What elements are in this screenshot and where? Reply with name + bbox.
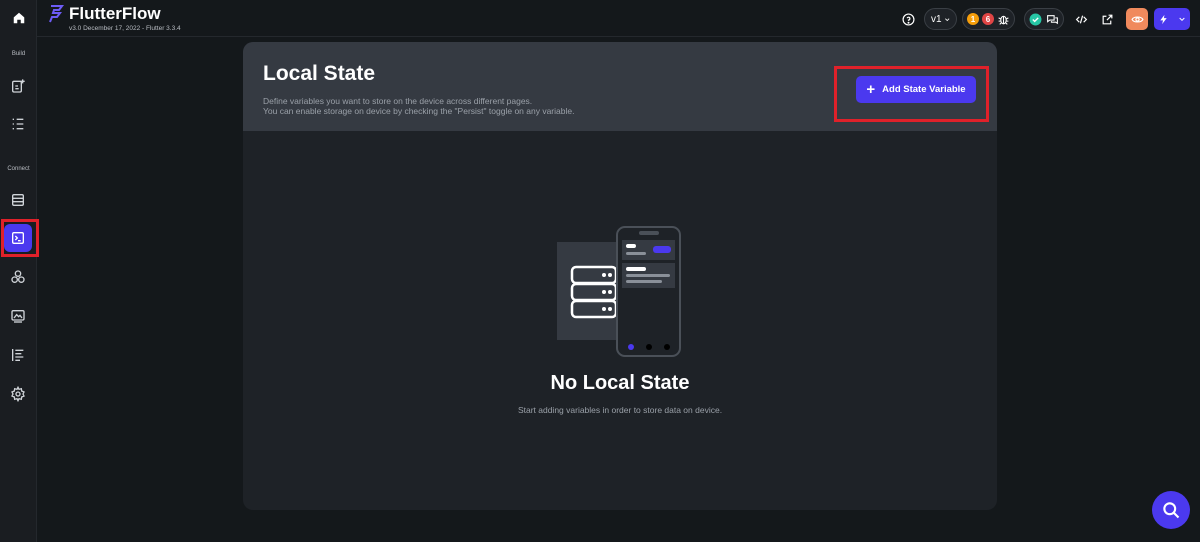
brand-name: FlutterFlow: [69, 4, 161, 23]
add-button-highlight-box: [834, 66, 989, 122]
build-section-label: Build: [11, 51, 26, 57]
run-button[interactable]: [1154, 8, 1190, 30]
empty-state-subtitle: Start adding variables in order to store…: [517, 405, 723, 415]
lightning-icon: [1160, 14, 1167, 24]
version-select-value: v1: [931, 13, 942, 25]
page-description: Define variables you want to store on th…: [263, 96, 574, 116]
gear-icon: [11, 386, 25, 402]
help-button[interactable]: [899, 8, 917, 30]
search-fab-button[interactable]: [1152, 491, 1190, 529]
widget-tree-icon: [12, 118, 24, 130]
list-icon: [12, 349, 24, 361]
help-icon: [901, 12, 915, 26]
firestore-button[interactable]: [4, 186, 32, 214]
check-circle-icon: [1029, 13, 1042, 25]
view-code-button[interactable]: [1072, 8, 1090, 30]
database-icon: [12, 194, 24, 206]
settings-button[interactable]: [4, 380, 32, 408]
add-page-button[interactable]: [4, 72, 32, 100]
top-bar: FlutterFlow v3.0 December 17, 2022 - Flu…: [37, 0, 1200, 37]
logo[interactable]: FlutterFlow: [47, 4, 161, 24]
left-rail: Build Connect: [0, 0, 37, 542]
code-icon: [1075, 15, 1087, 23]
description-line-2: You can enable storage on device by chec…: [263, 106, 575, 116]
flutterflow-logo-icon: [49, 5, 64, 23]
collaboration-button[interactable]: [1024, 8, 1064, 30]
search-icon: [1163, 502, 1180, 519]
add-page-icon: [12, 79, 25, 93]
preview-button[interactable]: [1126, 8, 1148, 30]
home-button[interactable]: [0, 0, 37, 36]
api-icon: [11, 270, 25, 283]
chevron-down-icon: [944, 17, 949, 21]
chevron-down-icon: [1179, 17, 1185, 22]
bug-icon: [998, 15, 1009, 25]
share-button[interactable]: [1098, 8, 1116, 30]
custom-code-button[interactable]: [4, 341, 32, 369]
media-assets-button[interactable]: [4, 302, 32, 330]
chat-icon: [1047, 14, 1058, 24]
eye-icon: [1130, 15, 1144, 23]
connect-section-label: Connect: [7, 166, 30, 172]
image-icon: [11, 310, 25, 323]
warnings-badge: 1: [967, 13, 979, 25]
empty-state-illustration: [557, 226, 681, 357]
home-icon: [13, 12, 24, 24]
page-title: Local State: [263, 62, 376, 85]
errors-badge: 6: [982, 13, 994, 25]
version-info: v3.0 December 17, 2022 - Flutter 3.3.4: [69, 25, 181, 32]
empty-state-title: No Local State: [550, 372, 690, 394]
description-line-1: Define variables you want to store on th…: [263, 96, 533, 106]
local-state-highlight-box: [1, 219, 39, 257]
widget-tree-button[interactable]: [4, 110, 32, 138]
api-calls-button[interactable]: [4, 263, 32, 291]
external-link-icon: [1102, 14, 1112, 24]
version-select[interactable]: v1: [924, 8, 957, 30]
issues-button[interactable]: 1 6: [962, 8, 1015, 30]
